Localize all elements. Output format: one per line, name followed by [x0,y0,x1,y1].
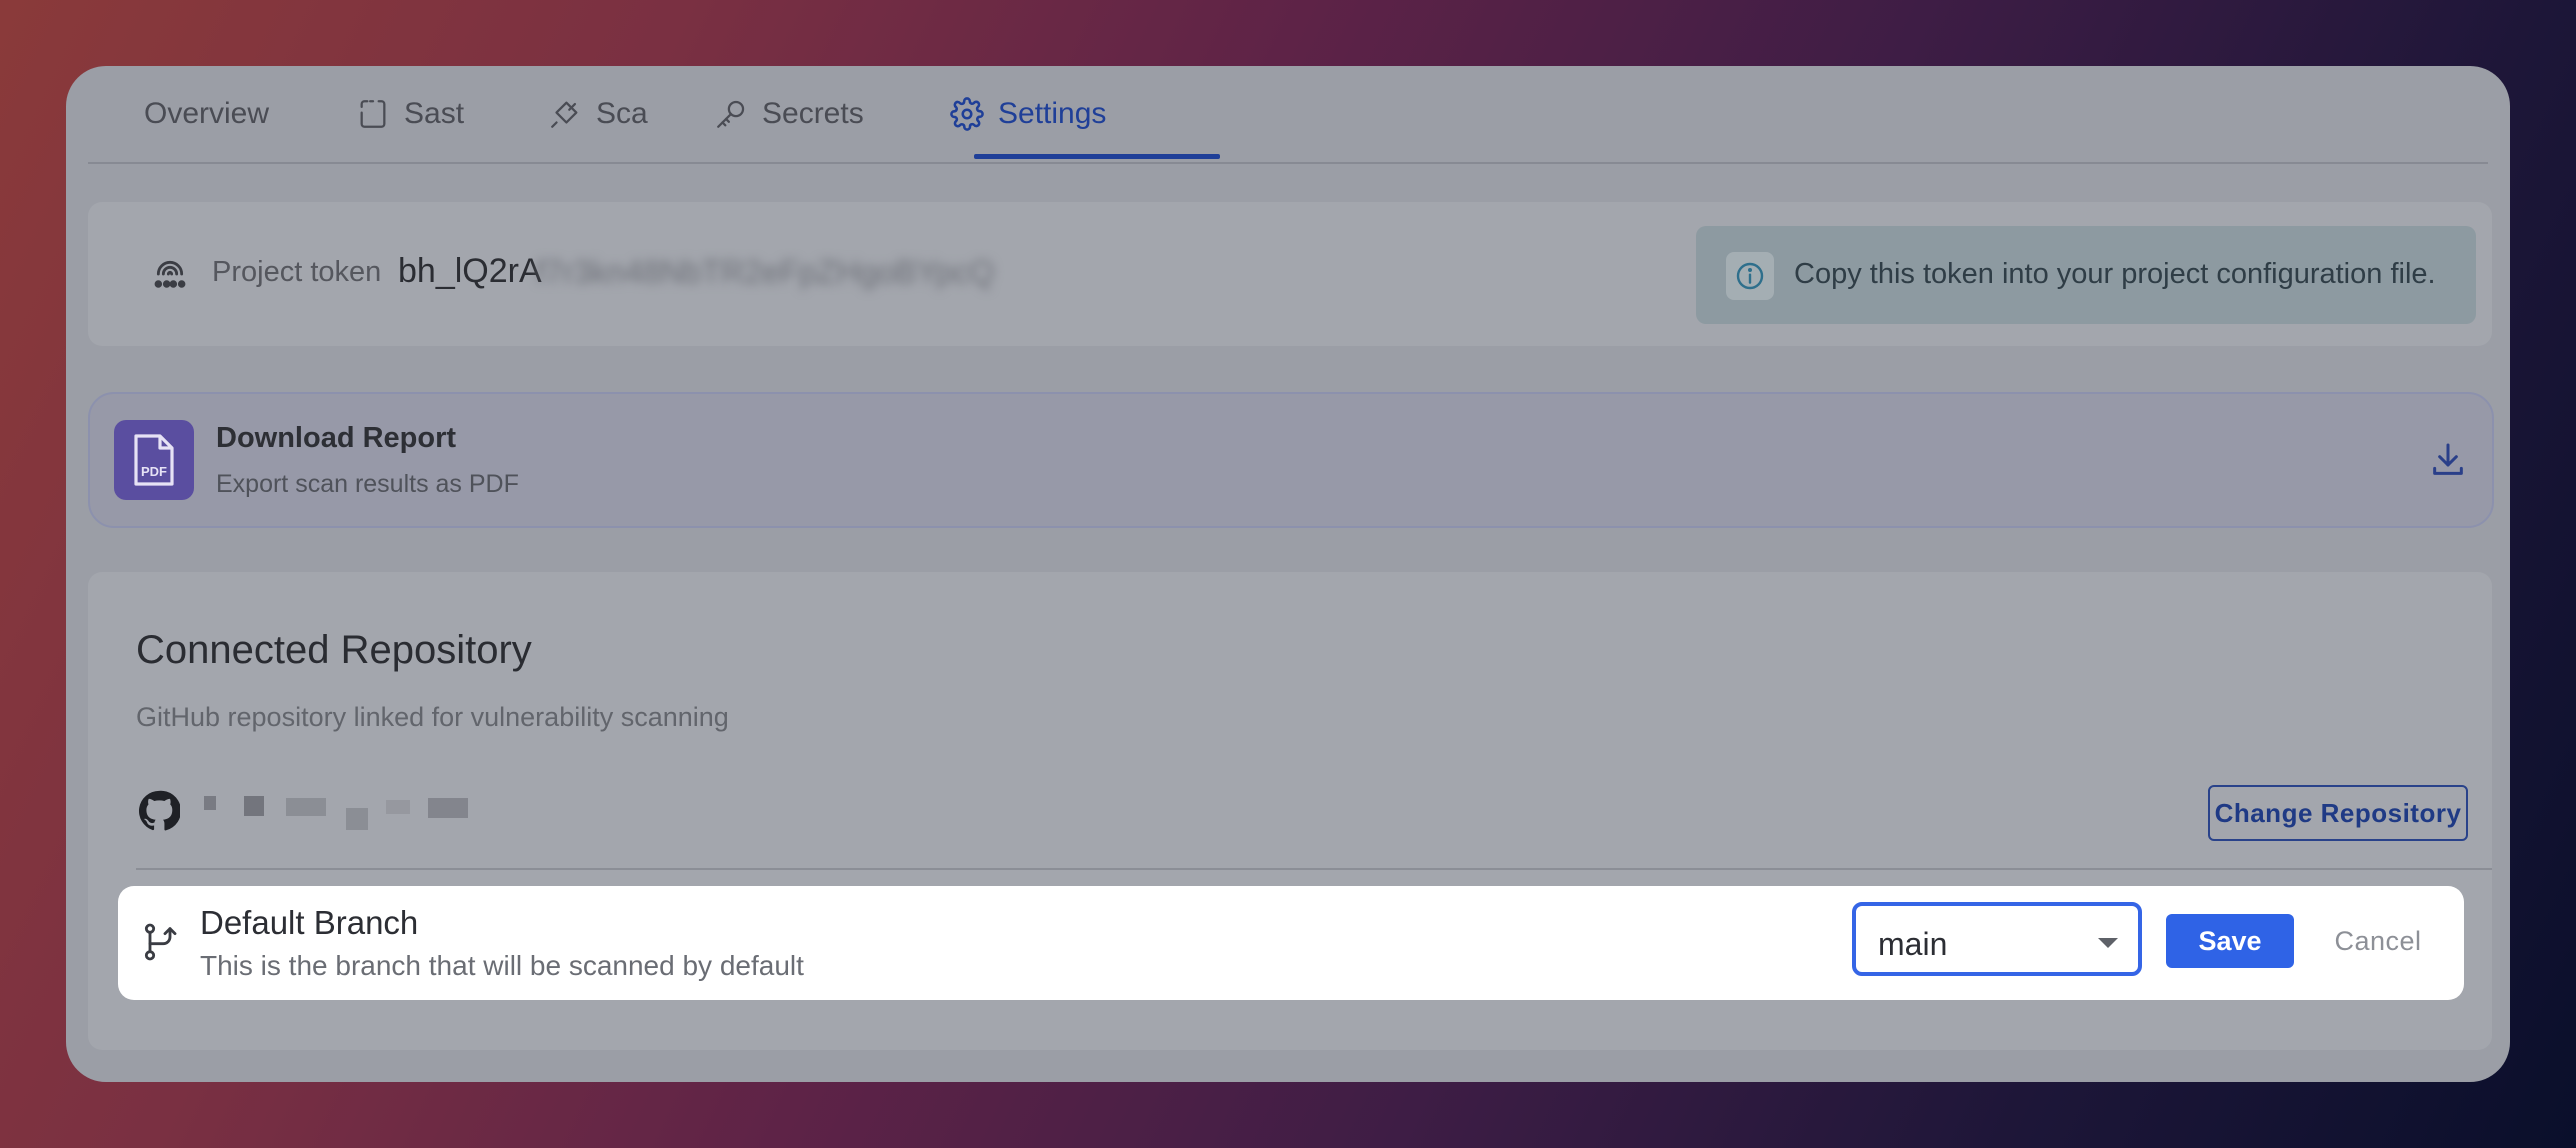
bug-icon [551,101,578,128]
code-scan-icon [360,100,386,128]
tab-secrets[interactable]: Secrets [714,66,864,162]
project-token-card: Project token bh_lQ2rA f7r3kn48NbTR2eFpZ… [88,202,2492,346]
branch-select-value: main [1878,926,1948,962]
download-report-title: Download Report [216,422,457,454]
project-token-value[interactable]: bh_lQ2rA [398,252,542,291]
key-icon [717,100,745,128]
section-divider [136,868,2492,870]
pdf-badge-text: PDF [141,464,167,479]
branch-select[interactable]: main [1852,902,2142,976]
pdf-file-icon: PDF [114,420,194,500]
token-info-callout: Copy this token into your project config… [1696,226,2476,324]
tab-settings-label: Settings [998,97,1107,130]
connected-repository-subtitle: GitHub repository linked for vulnerabili… [136,702,729,732]
git-branch-icon [144,923,177,961]
tab-sca-label: Sca [596,97,648,130]
download-icon[interactable] [2428,440,2468,480]
download-report-card[interactable]: PDF Download Report Export scan results … [88,392,2494,528]
project-token-redacted: f7r3kn48NbTR2eFpZHgoBYpcQ [536,254,995,290]
tab-sca[interactable]: Sca [548,66,648,162]
token-info-text: Copy this token into your project config… [1794,258,2436,290]
default-branch-row: Default Branch This is the branch that w… [118,886,2464,1000]
fingerprint-icon [154,261,186,288]
chevron-down-icon [2098,938,2118,948]
tab-sast-label: Sast [404,97,465,130]
download-report-subtitle: Export scan results as PDF [216,470,519,498]
cancel-button[interactable]: Cancel [2318,914,2438,968]
gear-icon [950,97,984,131]
info-icon [1726,252,1774,300]
tab-secrets-label: Secrets [762,97,864,130]
tab-overview-label: Overview [144,97,270,130]
tab-overview[interactable]: Overview [144,66,269,162]
github-icon [138,790,180,831]
default-branch-title: Default Branch [200,904,419,941]
change-repository-button[interactable]: Change Repository [2208,785,2468,841]
tab-sast[interactable]: Sast [356,66,464,162]
repository-name-redacted [196,786,468,830]
tab-settings[interactable]: Settings [950,66,1106,162]
tab-bar: Overview Sast Sca Secrets Settings [88,66,2488,164]
save-button[interactable]: Save [2166,914,2294,968]
default-branch-subtitle: This is the branch that will be scanned … [200,950,804,981]
connected-repository-title: Connected Repository [136,628,532,672]
active-tab-indicator [974,154,1220,159]
project-token-label: Project token [212,256,382,288]
